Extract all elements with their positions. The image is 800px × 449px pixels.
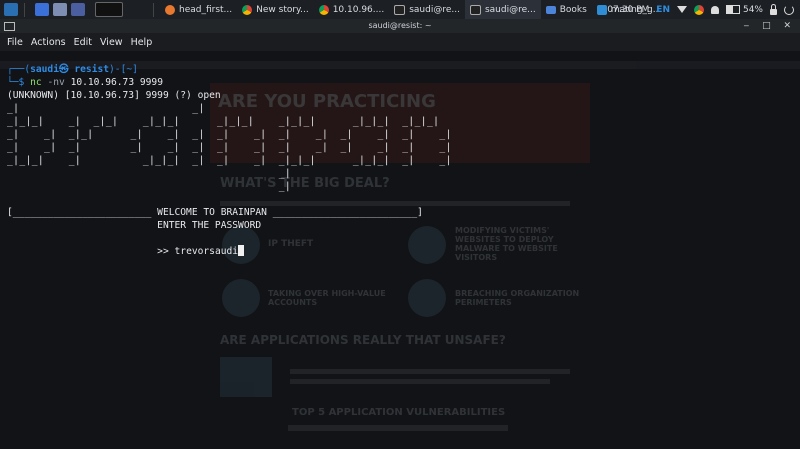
top-panel: head_first... New story... 10.10.96.... …: [0, 0, 800, 20]
firefox-icon: [165, 4, 175, 15]
terminal-area[interactable]: ARE YOU PRACTICING WHAT'S THE BIG DEAL? …: [0, 51, 800, 449]
ghost-item-3: TAKING OVER HIGH-VALUE ACCOUNTS: [268, 289, 386, 307]
workspace-switcher[interactable]: [95, 2, 123, 17]
lock-screen-icon[interactable]: [770, 3, 777, 15]
ghost-image: [220, 357, 272, 397]
clock[interactable]: 07:30 PM: [607, 5, 649, 15]
window-title: saudi@resist: ~: [368, 21, 432, 30]
window-titlebar[interactable]: saudi@resist: ~ ‒ □ ✕: [0, 19, 800, 33]
prompt-user: saudi: [30, 64, 59, 75]
taskbar-item-terminal-1[interactable]: saudi@re...: [389, 0, 465, 19]
menu-edit[interactable]: Edit: [74, 37, 92, 48]
task-label: 10.10.96....: [332, 4, 385, 15]
task-label: head_first...: [179, 4, 233, 15]
prompt-close: ]: [132, 64, 138, 75]
menu-file[interactable]: File: [7, 37, 23, 48]
window-controls[interactable]: ‒ □ ✕: [744, 19, 797, 33]
text-editor-icon[interactable]: [71, 3, 85, 16]
task-label: New story...: [256, 4, 309, 15]
panel-separator: [24, 2, 25, 17]
task-label: Books: [559, 4, 587, 15]
keyboard-layout[interactable]: EN: [656, 5, 670, 15]
ghost-headline-4: TOP 5 APPLICATION VULNERABILITIES: [292, 407, 506, 418]
kali-menu-icon[interactable]: [4, 3, 18, 16]
ghost-item-2: MODIFYING VICTIMS' WEBSITES TO DEPLOY MA…: [455, 226, 558, 262]
text-cursor: [238, 245, 245, 256]
terminal-icon: [394, 4, 406, 15]
task-label: saudi@re...: [484, 4, 536, 15]
command-args: 10.10.96.73 9999: [70, 77, 163, 88]
battery-icon[interactable]: [725, 5, 740, 14]
power-icon[interactable]: [784, 4, 794, 15]
command-flag: -nv: [47, 77, 65, 88]
ghost-legend: [288, 425, 508, 431]
ghost-headline-3: ARE APPLICATIONS REALLY THAT UNSAFE?: [220, 333, 506, 347]
prompt-at: ㉿: [59, 64, 69, 75]
connection-status: (UNKNOWN) [10.10.96.73] 9999 (?) open: [7, 90, 221, 101]
banner-line: _|_|_| _| _|_| _|_|_| _|_|_| _|_|_| _|_|…: [7, 116, 440, 127]
prompt-corner: ┌──(: [7, 64, 31, 75]
system-tray: 07:30 PM EN 54%: [607, 0, 800, 19]
menu-bar: File Actions Edit View Help: [0, 33, 800, 51]
menu-actions[interactable]: Actions: [31, 37, 66, 48]
vscode-icon: [596, 4, 607, 15]
banner-line: _| _| _|_| _| _| _| _| _| _| _| _| _| _|…: [7, 129, 452, 140]
banner-line: _|_|_| _| _|_|_| _| _| _| _|_|_| _|_|_| …: [7, 155, 452, 166]
ghost-item-4: BREACHING ORGANIZATION PERIMETERS: [455, 289, 580, 307]
panel-separator: [153, 2, 154, 17]
file-manager-icon[interactable]: [53, 3, 67, 16]
prompt-line2: └─$: [7, 77, 31, 88]
command-name: nc: [30, 77, 42, 88]
taskbar-item-chrome-1[interactable]: New story...: [237, 0, 314, 19]
chrome-icon: [318, 4, 329, 15]
terminal-window-icon: [4, 22, 15, 31]
terminal-icon: [469, 4, 481, 15]
folder-icon: [545, 5, 556, 14]
ghost-icon: [408, 279, 446, 317]
taskbar-item-terminal-2[interactable]: saudi@re...: [464, 0, 541, 19]
enter-password-text: ENTER THE PASSWORD: [7, 220, 262, 231]
banner-line: _| _|: [7, 103, 205, 114]
ghost-paragraph: [290, 379, 550, 384]
welcome-banner: [________________________ WELCOME TO BRA…: [7, 207, 423, 218]
network-icon[interactable]: [676, 6, 687, 13]
taskbar-item-firefox[interactable]: head_first...: [160, 0, 237, 19]
banner-line: _|: [7, 168, 292, 179]
password-input[interactable]: trevorsaudi: [175, 246, 239, 257]
banner-line: _| _| _| _| _| _| _| _| _| _| _| _| _| _…: [7, 142, 452, 153]
terminal-output: ┌──(saudi㉿ resist)-[~] └─$ nc -nv 10.10.…: [7, 63, 452, 258]
menu-view[interactable]: View: [100, 37, 123, 48]
ghost-icon: [222, 279, 260, 317]
chrome-tray-icon[interactable]: [693, 4, 704, 15]
prompt-host: resist: [74, 64, 110, 75]
show-desktop-icon[interactable]: [35, 3, 49, 16]
notification-bell-icon[interactable]: [710, 5, 719, 14]
task-label: saudi@re...: [409, 4, 460, 15]
battery-percentage: 54%: [742, 4, 763, 15]
taskbar-item-chrome-2[interactable]: 10.10.96....: [314, 0, 390, 19]
launcher: [0, 0, 123, 19]
prompt-mid: )-[: [109, 64, 127, 75]
taskbar-item-books[interactable]: Books: [541, 0, 592, 19]
ghost-paragraph: [290, 369, 570, 374]
banner-line: _|: [7, 181, 292, 192]
input-prompt: >>: [7, 246, 175, 257]
menu-help[interactable]: Help: [131, 37, 153, 48]
chrome-icon: [242, 4, 253, 15]
